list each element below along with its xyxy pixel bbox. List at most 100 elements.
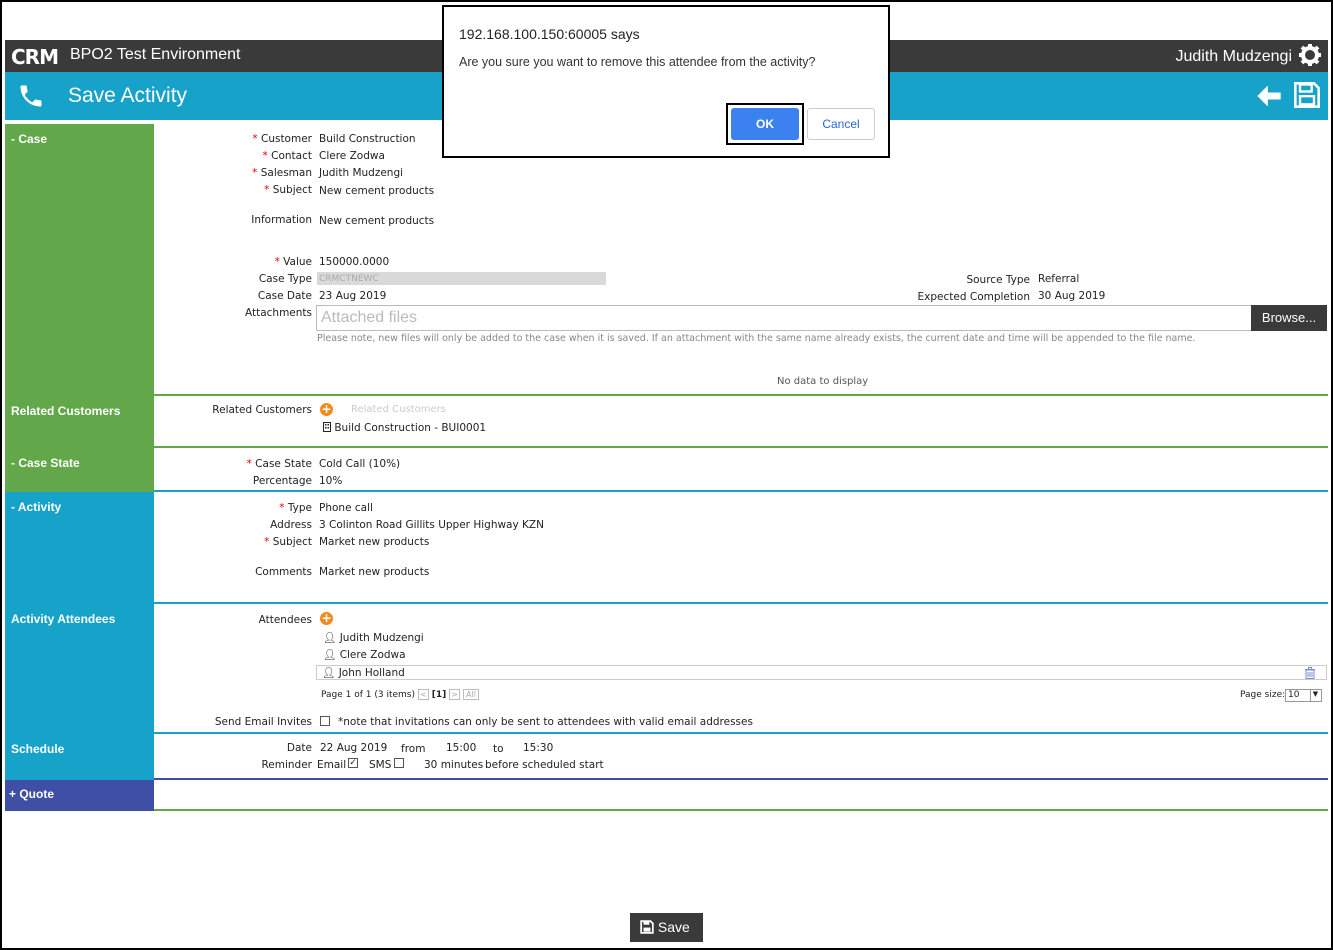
subject-label: * Subject — [264, 184, 312, 196]
activity-header[interactable]: - Activity — [5, 492, 154, 604]
add-related-customer-icon[interactable]: + — [320, 403, 333, 416]
case-state-title: - Case State — [11, 456, 80, 470]
send-email-invites-checkbox[interactable] — [320, 716, 330, 726]
pager-summary: Page 1 of 1 (3 items) — [321, 690, 415, 700]
attachments-field[interactable]: Attached files Browse... — [316, 305, 1327, 331]
address-value[interactable]: 3 Colinton Road Gillits Upper Highway KZ… — [319, 519, 544, 531]
schedule-title: Schedule — [11, 742, 65, 756]
email-reminder-checkbox[interactable]: ✓ — [348, 758, 358, 768]
person-icon: 👤︎ — [323, 649, 337, 661]
person-icon: 👤︎ — [322, 667, 336, 679]
subject-value[interactable]: New cement products — [319, 185, 434, 197]
related-customers-title: Related Customers — [11, 404, 121, 418]
save-button-label: Save — [657, 919, 690, 935]
quote-header[interactable]: + Quote — [5, 780, 154, 811]
related-customer-item: Build Construction - BUI0001 — [323, 422, 486, 434]
crm-logo: CRM — [11, 45, 59, 69]
browse-button[interactable]: Browse... — [1251, 305, 1327, 331]
reminder-minutes[interactable]: 30 minutes — [424, 759, 483, 771]
gear-icon[interactable] — [1298, 43, 1322, 70]
activity-title: - Activity — [11, 500, 62, 514]
pager-next-button[interactable]: > — [449, 689, 461, 700]
building-icon — [323, 422, 331, 432]
case-state-label: * Case State — [246, 458, 312, 470]
address-label: Address — [270, 519, 312, 531]
expected-completion-value[interactable]: 30 Aug 2019 — [1038, 290, 1105, 302]
pager: Page 1 of 1 (3 items) < [1] > All — [321, 689, 479, 700]
case-state-header[interactable]: - Case State — [5, 448, 154, 492]
to-time[interactable]: 15:30 — [523, 742, 553, 754]
phone-icon — [17, 82, 45, 113]
page-size-select[interactable]: 10 ▼ — [1285, 689, 1322, 702]
related-customer-name[interactable]: Build Construction - BUI0001 — [334, 422, 486, 434]
case-state-section: - Case State * Case State Cold Call (10%… — [5, 448, 1328, 492]
save-disk-icon[interactable] — [1293, 81, 1321, 112]
page-size-label: Page size: — [1240, 690, 1286, 700]
attendees-label: Attendees — [258, 614, 312, 626]
source-type-value[interactable]: Referral — [1038, 273, 1079, 285]
sms-reminder-label: SMS — [369, 759, 392, 771]
related-customers-section: Related Customers Related Customers + Re… — [5, 396, 1328, 448]
attendees-section: Activity Attendees Attendees + 👤︎ Judith… — [5, 604, 1328, 734]
pager-prev-button[interactable]: < — [417, 689, 429, 700]
case-state-value[interactable]: Cold Call (10%) — [319, 458, 400, 470]
attendee-name[interactable]: John Holland — [339, 667, 405, 679]
send-email-invites-label: Send Email Invites — [214, 716, 312, 728]
back-arrow-icon[interactable] — [1255, 82, 1283, 113]
page-title: Save Activity — [68, 84, 188, 107]
email-reminder-label: Email — [317, 759, 347, 771]
case-type-label: Case Type — [258, 273, 312, 285]
related-customers-input[interactable]: Related Customers — [351, 404, 446, 415]
related-customers-label: Related Customers — [212, 404, 312, 416]
comments-value[interactable]: Market new products — [319, 566, 429, 578]
value-value[interactable]: 150000.0000 — [319, 256, 389, 268]
attendee-item: 👤︎ Judith Mudzengi — [323, 631, 424, 644]
attachments-placeholder: Attached files — [321, 309, 418, 326]
percentage-value[interactable]: 10% — [319, 475, 342, 487]
contact-value[interactable]: Clere Zodwa — [319, 150, 385, 162]
attendees-header[interactable]: Activity Attendees — [5, 604, 154, 734]
add-attendee-icon[interactable]: + — [320, 612, 333, 625]
date-value[interactable]: 22 Aug 2019 — [320, 742, 387, 754]
attendee-row-selected[interactable]: 👤︎ John Holland — [316, 665, 1327, 680]
sms-reminder-checkbox[interactable] — [394, 758, 404, 768]
activity-section: - Activity * Type Phone call Address 3 C… — [5, 492, 1328, 604]
save-button[interactable]: Save — [630, 913, 703, 942]
customer-label: * Customer — [252, 133, 312, 145]
activity-subject-value[interactable]: Market new products — [319, 536, 429, 548]
schedule-section: Schedule Date 22 Aug 2019 from 15:00 to … — [5, 734, 1328, 780]
section-divider — [154, 809, 1328, 811]
information-value[interactable]: New cement products — [319, 215, 434, 227]
customer-value[interactable]: Build Construction — [319, 133, 416, 145]
quote-section: + Quote — [5, 780, 1328, 811]
ok-button-focus-ring: OK — [726, 103, 804, 145]
user-name[interactable]: Judith Mudzengi — [1175, 48, 1292, 66]
reminder-before-text: before scheduled start — [485, 759, 604, 771]
invites-note: *note that invitations can only be sent … — [338, 716, 753, 728]
source-type-label: Source Type — [966, 274, 1030, 286]
attendee-name[interactable]: Judith Mudzengi — [340, 632, 424, 644]
attendee-item: 👤︎ John Holland — [322, 666, 405, 679]
pager-current-page[interactable]: [1] — [432, 690, 447, 700]
date-label: Date — [286, 742, 312, 754]
related-customers-header[interactable]: Related Customers — [5, 396, 154, 448]
type-label: * Type — [279, 502, 312, 514]
attendee-name[interactable]: Clere Zodwa — [340, 649, 406, 661]
from-time[interactable]: 15:00 — [446, 742, 476, 754]
salesman-value[interactable]: Judith Mudzengi — [319, 167, 403, 179]
attendee-item: 👤︎ Clere Zodwa — [323, 648, 406, 661]
trash-icon[interactable] — [1304, 667, 1316, 682]
case-section-header[interactable]: - Case — [5, 124, 154, 396]
activity-subject-label: * Subject — [264, 536, 312, 548]
no-data-message: No data to display — [777, 376, 869, 387]
person-icon: 👤︎ — [323, 632, 337, 644]
type-value[interactable]: Phone call — [319, 502, 373, 514]
pager-all-button[interactable]: All — [463, 689, 479, 700]
schedule-header[interactable]: Schedule — [5, 734, 154, 780]
case-section: - Case * Customer Build Construction * C… — [5, 124, 1328, 396]
case-date-value[interactable]: 23 Aug 2019 — [319, 290, 386, 302]
cancel-button[interactable]: Cancel — [807, 108, 875, 140]
ok-button[interactable]: OK — [731, 108, 799, 140]
page-size-value: 10 — [1288, 690, 1300, 700]
save-disk-icon — [640, 920, 654, 934]
